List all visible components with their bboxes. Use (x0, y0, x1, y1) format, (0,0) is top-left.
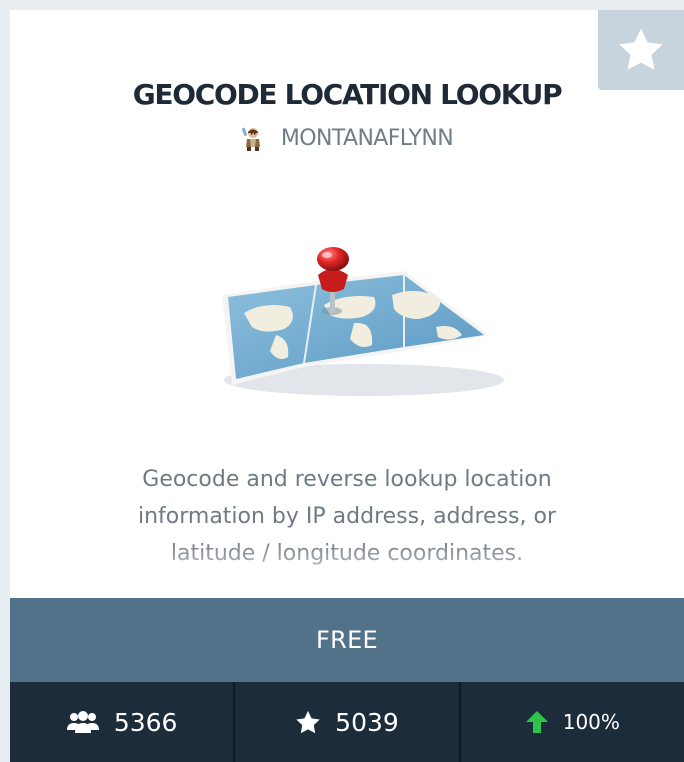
stats-bar: 5366 5039 100% (10, 682, 684, 762)
author-name: MONTANAFLYNN (280, 126, 454, 151)
author-link[interactable]: MONTANAFLYNN (10, 126, 684, 151)
api-title[interactable]: GEOCODE LOCATION LOOKUP (10, 78, 684, 111)
stars-count: 5039 (335, 707, 399, 737)
success-rate-value: 100% (562, 710, 620, 734)
subscribers-count: 5366 (113, 707, 178, 737)
stars-stat: 5039 (235, 682, 461, 762)
price-label: FREE (315, 626, 378, 654)
map-pin-icon (222, 247, 504, 396)
author-avatar-icon (241, 127, 263, 151)
subscribers-stat: 5366 (10, 682, 236, 762)
api-card[interactable]: GEOCODE LOCATION LOOKUP MONTANAFLYNN Geo… (10, 10, 684, 762)
users-icon (66, 710, 100, 734)
star-icon (295, 710, 321, 735)
price-bar: FREE (10, 598, 684, 682)
star-icon (617, 27, 665, 73)
api-hero-image (204, 235, 514, 405)
success-rate-stat: 100% (461, 682, 684, 762)
description-fade (10, 540, 684, 598)
arrow-up-icon (525, 710, 549, 734)
